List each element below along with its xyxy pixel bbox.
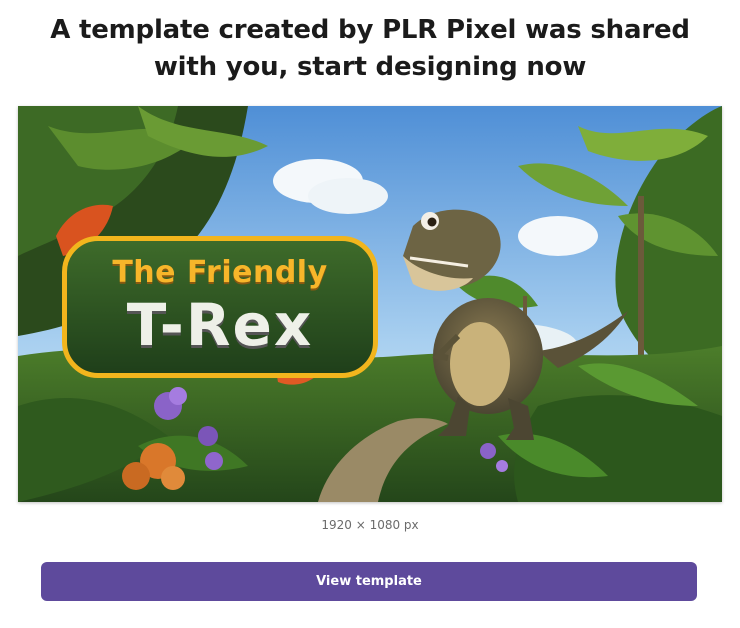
- page-heading-line1: A template created by PLR Pixel was shar…: [50, 15, 690, 45]
- title-card: The Friendly T-Rex: [62, 236, 378, 378]
- template-title-line2: T-Rex: [126, 291, 314, 359]
- page-heading-line2: with you, start designing now: [153, 52, 587, 82]
- share-template-page: A template created by PLR Pixel was shar…: [0, 0, 740, 628]
- view-template-button[interactable]: View template: [41, 562, 697, 601]
- template-title-line1: The Friendly: [112, 255, 328, 290]
- template-dimensions: 1920 × 1080 px: [321, 518, 419, 532]
- page-heading: A template created by PLR Pixel was shar…: [0, 12, 740, 86]
- template-preview[interactable]: The Friendly T-Rex: [18, 106, 722, 502]
